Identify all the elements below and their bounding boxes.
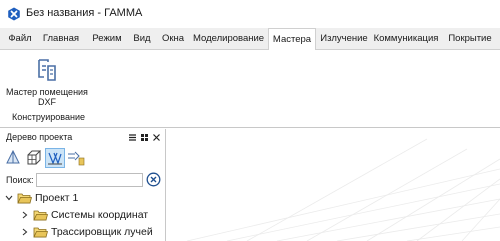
collapse-chevron-icon[interactable]: [4, 190, 14, 206]
tree-root-label: Проект 1: [35, 192, 79, 204]
menu-home[interactable]: Главная: [40, 28, 82, 50]
dock-grid-icon[interactable]: [139, 132, 149, 143]
menu-mode[interactable]: Режим: [88, 28, 126, 50]
panel-toolbar: [0, 147, 166, 169]
axes-icon[interactable]: [45, 148, 65, 168]
folder-icon: [33, 210, 48, 221]
menu-modeling[interactable]: Моделирование: [193, 28, 264, 50]
search-input[interactable]: [36, 173, 143, 187]
title-bar: Без названия - ГАММА: [0, 0, 500, 28]
menu-coverage[interactable]: Покрытие: [444, 28, 496, 50]
menu-radiation[interactable]: Излучение: [320, 28, 368, 50]
folder-open-icon: [17, 193, 32, 204]
grid-cube-icon[interactable]: [24, 148, 44, 168]
perspective-grid: [186, 138, 500, 241]
3d-viewport[interactable]: [167, 129, 500, 241]
menu-communication[interactable]: Коммуникация: [373, 28, 439, 50]
expand-chevron-icon[interactable]: [20, 224, 30, 240]
menu-file[interactable]: Файл: [5, 28, 35, 50]
project-tree-panel: Дерево проекта Поиск: Проект 1 Системы к…: [0, 129, 166, 241]
window-title: Без названия - ГАММА: [26, 7, 143, 19]
close-icon[interactable]: [151, 132, 161, 143]
folder-icon: [33, 227, 48, 238]
ribbon: Мастер помещения DXF Конструирование: [0, 50, 500, 128]
menu-windows[interactable]: Окна: [158, 28, 188, 50]
project-tree: Проект 1 Системы координат Трассировщик …: [0, 190, 166, 241]
room-wizard-dxf-button[interactable]: Мастер помещения DXF: [4, 54, 90, 110]
panel-header: Дерево проекта: [0, 132, 166, 145]
menu-view[interactable]: Вид: [131, 28, 153, 50]
search-row: Поиск:: [0, 171, 166, 189]
tree-row-coordinate-systems[interactable]: Системы координат: [20, 207, 148, 223]
pyramid-icon[interactable]: [3, 148, 23, 168]
menu-wizards[interactable]: Мастера: [268, 28, 316, 51]
panel-title: Дерево проекта: [6, 132, 73, 142]
gamma-app-icon: [8, 7, 20, 21]
clear-search-icon[interactable]: [146, 172, 161, 187]
room-wizard-dxf-icon: [38, 59, 56, 81]
tree-row-root[interactable]: Проект 1: [4, 190, 78, 206]
expand-chevron-icon[interactable]: [20, 207, 30, 223]
ribbon-group-label: Конструирование: [12, 112, 85, 122]
tree-item-label: Трассировщик лучей: [51, 226, 153, 238]
tree-item-label: Системы координат: [51, 209, 149, 221]
search-label: Поиск:: [6, 175, 34, 185]
room-wizard-dxf-label: Мастер помещения DXF: [6, 87, 88, 107]
menu-icon[interactable]: [127, 132, 137, 143]
ray-tracer-icon[interactable]: [66, 148, 86, 168]
menu-bar: Файл Главная Режим Вид Окна Моделировани…: [0, 28, 500, 51]
tree-row-ray-tracer[interactable]: Трассировщик лучей: [20, 224, 153, 240]
